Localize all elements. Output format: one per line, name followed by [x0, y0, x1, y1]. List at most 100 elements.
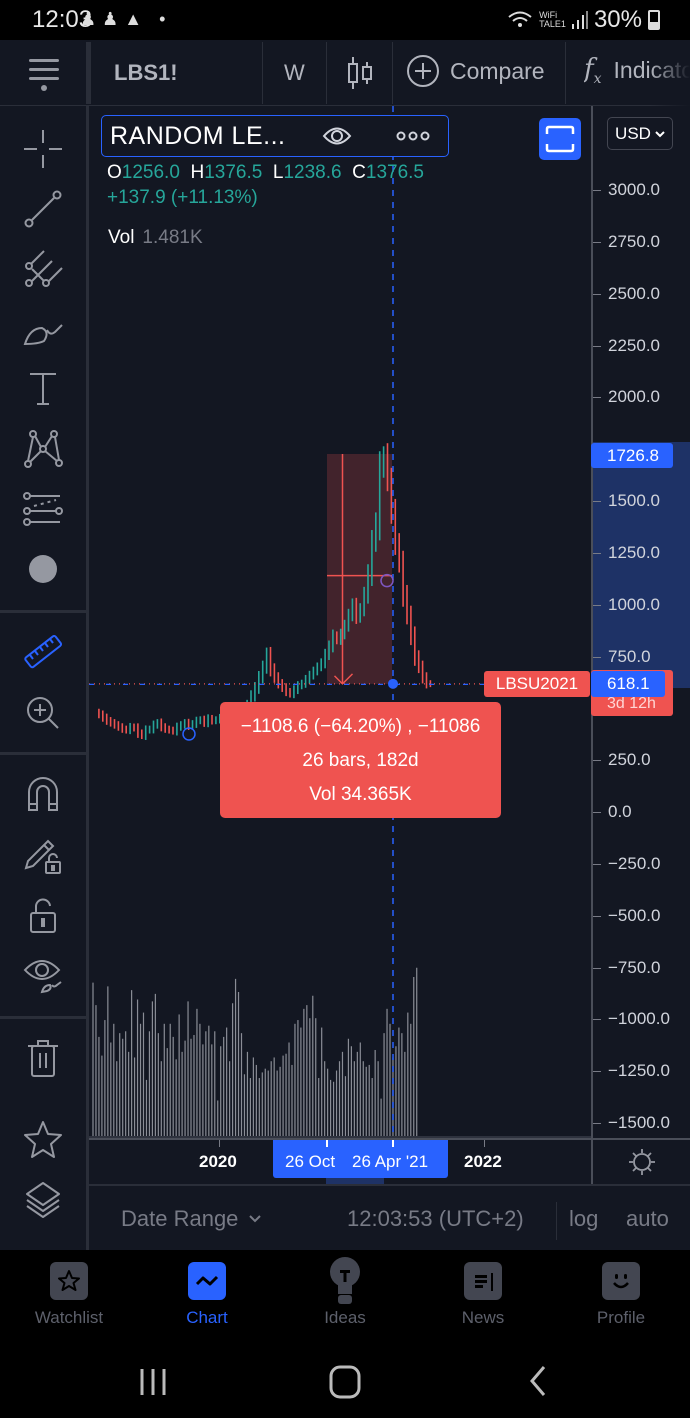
brush-tool[interactable]	[20, 306, 66, 352]
crosshair-icon	[24, 130, 62, 168]
divider	[326, 42, 327, 104]
fx-icon: fx	[584, 54, 602, 88]
time-label-2022: 2022	[464, 1152, 502, 1171]
price-label: −1500.0	[608, 1113, 670, 1132]
price-tick	[593, 293, 601, 295]
drawing-toolbar	[0, 106, 89, 1250]
compare-button[interactable]: Compare	[406, 54, 545, 88]
star-icon	[58, 1270, 80, 1291]
high-value: 1376.5	[204, 162, 263, 183]
pitchfork-tool[interactable]	[20, 246, 66, 292]
auto-scale-toggle[interactable]: auto	[626, 1206, 669, 1232]
close-value: 1376.5	[365, 162, 425, 183]
text-tool[interactable]	[20, 366, 66, 412]
measure-tool[interactable]	[20, 630, 66, 676]
currency-selector[interactable]: USD	[607, 117, 673, 150]
price-label: 1500.0	[608, 491, 660, 510]
symbol-price-tag: LBSU2021	[484, 671, 590, 697]
favorites-tool[interactable]	[20, 1116, 66, 1162]
price-tick	[593, 345, 601, 347]
ruler-icon	[24, 634, 63, 669]
symbol-button[interactable]: LBS1!	[114, 60, 178, 86]
price-tick	[593, 1071, 601, 1073]
nav-ideas[interactable]: Ideas	[295, 1257, 395, 1328]
price-tick	[593, 967, 601, 969]
price-tick	[593, 915, 601, 917]
chart-settings-button[interactable]	[591, 1138, 690, 1184]
range-end-label: 26 Apr '21	[352, 1152, 429, 1171]
price-tick	[593, 812, 601, 813]
fullscreen-button[interactable]	[539, 118, 581, 160]
price-scale[interactable]: 3000.0 2750.0 2500.0 2250.0 2000.0 1500.0 1250…	[591, 106, 690, 1138]
trend-line-tool[interactable]	[20, 186, 66, 232]
last-price-tag: 618.1	[591, 671, 665, 697]
forecast-lines-icon	[23, 492, 63, 526]
nav-news[interactable]: News	[433, 1262, 533, 1328]
price-label: −1250.0	[608, 1061, 670, 1081]
home-button[interactable]	[329, 1365, 361, 1399]
series-legend[interactable]: RANDOM LE...	[101, 115, 449, 157]
price-tick	[593, 656, 601, 658]
crosshair-tool[interactable]	[20, 126, 66, 172]
candlestick-type-icon[interactable]	[344, 56, 376, 90]
recent-apps-button[interactable]	[138, 1367, 168, 1397]
hamburger-menu-icon	[29, 59, 59, 91]
divider	[86, 42, 91, 104]
series-title: RANDOM LE...	[110, 122, 286, 150]
price-tick	[593, 397, 601, 399]
chart-toolbar: LBS1! W Compare fx Indicators	[0, 40, 690, 106]
magnet-tool[interactable]	[20, 772, 66, 818]
date-range-button[interactable]: Date Range	[121, 1206, 262, 1232]
text-icon	[30, 373, 56, 405]
nav-watchlist[interactable]: Watchlist	[19, 1262, 119, 1328]
price-label: 750.0	[608, 646, 651, 666]
chart-pane[interactable]	[89, 106, 591, 1138]
log-scale-toggle[interactable]: log	[569, 1206, 598, 1232]
zoom-in-icon	[27, 697, 59, 729]
battery-icon	[648, 10, 660, 30]
app-navigation: Watchlist Chart Ideas News Profile	[0, 1250, 690, 1345]
pitchfork-icon	[25, 250, 63, 287]
icon-tool[interactable]	[20, 546, 66, 592]
back-button[interactable]	[528, 1365, 548, 1397]
remove-drawings-tool[interactable]	[20, 1036, 66, 1082]
nav-chart[interactable]: Chart	[157, 1262, 257, 1328]
more-icon[interactable]	[396, 126, 430, 146]
range-top-price-tag: 1726.8	[591, 443, 673, 468]
menu-button[interactable]	[0, 40, 88, 106]
measure-change: −1108.6 (−64.20%) , −11086	[240, 716, 481, 737]
lock-tool[interactable]	[20, 892, 66, 938]
object-tree-tool[interactable]	[20, 1176, 66, 1222]
price-tick	[593, 501, 601, 502]
price-label: 2750.0	[608, 231, 660, 251]
hide-drawings-tool[interactable]	[20, 952, 66, 998]
zoom-in-tool[interactable]	[20, 690, 66, 736]
pattern-tool[interactable]	[20, 426, 66, 472]
price-label: −250.0	[608, 853, 661, 873]
interval-button[interactable]: W	[284, 60, 305, 86]
lock-drawings-tool[interactable]	[20, 832, 66, 878]
clock-timezone[interactable]: 12:03:53 (UTC+2)	[347, 1206, 524, 1232]
nav-profile[interactable]: Profile	[571, 1262, 671, 1328]
measure-bars: 26 bars, 182d	[302, 750, 419, 771]
eye-icon[interactable]	[322, 123, 352, 149]
layers-icon	[26, 1182, 60, 1218]
chevron-down-icon	[249, 1215, 262, 1223]
price-tick	[593, 190, 601, 191]
price-chart[interactable]	[89, 106, 591, 1138]
time-range-selection: 26 Oct 26 Apr '21	[273, 1140, 448, 1178]
fullscreen-icon	[545, 125, 575, 153]
crosshair-point	[388, 678, 398, 689]
magnet-icon	[28, 777, 58, 811]
wifi-label: WiFi TALE1	[539, 10, 566, 29]
filled-circle-icon	[29, 555, 57, 583]
price-label: −500.0	[608, 905, 661, 925]
trend-line-icon	[24, 190, 62, 228]
open-value: 1256.0	[121, 162, 180, 183]
toolbar-fade	[650, 40, 690, 106]
price-label: 0.0	[608, 802, 632, 821]
prediction-tool[interactable]	[20, 486, 66, 532]
star-icon	[24, 1121, 62, 1158]
time-axis[interactable]: 2020 26 Oct 26 Apr '21 2022	[89, 1138, 591, 1186]
price-tick	[593, 1019, 601, 1021]
